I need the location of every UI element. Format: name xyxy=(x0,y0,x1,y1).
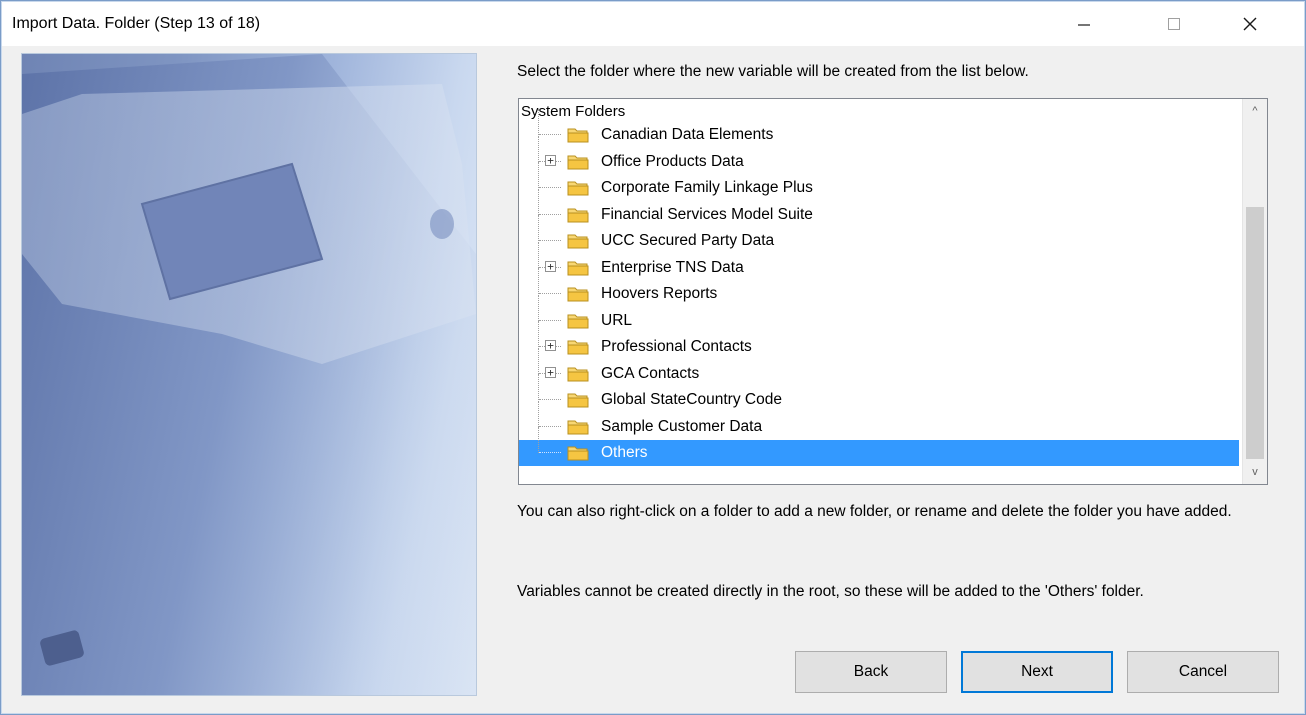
next-button[interactable]: Next xyxy=(961,651,1113,693)
tree-line xyxy=(538,109,539,135)
tree-item[interactable]: Corporate Family Linkage Plus xyxy=(519,162,1239,201)
tree-line xyxy=(538,400,539,427)
tree-line xyxy=(538,294,539,321)
tree-item-label: Enterprise TNS Data xyxy=(601,258,744,276)
tree-item-label: Global StateCountry Code xyxy=(601,391,782,408)
scroll-down-arrow-icon[interactable]: v xyxy=(1243,462,1267,482)
tree-item[interactable]: Global StateCountry Code xyxy=(519,374,1239,413)
tree-line xyxy=(538,135,539,162)
tree-line xyxy=(538,162,539,188)
tree-connector xyxy=(539,425,561,427)
folder-icon xyxy=(567,312,589,329)
minimize-icon xyxy=(1078,24,1090,26)
folder-icon xyxy=(567,285,589,302)
tree-line xyxy=(538,215,539,241)
folder-tree[interactable]: System Folders Canadian Data Elements + Of… xyxy=(518,98,1268,485)
window-title: Import Data. Folder (Step 13 of 18) xyxy=(12,15,261,32)
tree-item-label: Professional Contacts xyxy=(601,338,752,355)
vertical-scrollbar[interactable]: ^ v xyxy=(1242,99,1267,484)
scroll-up-arrow-icon[interactable]: ^ xyxy=(1243,101,1267,121)
folder-icon xyxy=(567,391,589,408)
tree-connector xyxy=(539,452,561,453)
folder-icon xyxy=(567,444,589,461)
tree-line xyxy=(538,374,539,400)
tree-item[interactable]: Others xyxy=(519,427,1239,466)
folder-icon xyxy=(567,126,589,143)
root-folder-note: Variables cannot be created directly in … xyxy=(517,583,1144,600)
expand-plus-icon[interactable]: + xyxy=(545,366,556,378)
tree-item[interactable]: Canadian Data Elements xyxy=(519,109,1239,148)
expand-plus-icon[interactable]: + xyxy=(545,340,556,351)
tree-connector xyxy=(539,213,561,215)
tree-item-label: Corporate Family Linkage Plus xyxy=(601,179,813,196)
tree-connector xyxy=(539,187,561,188)
folder-icon xyxy=(567,232,589,249)
tree-line xyxy=(538,347,539,374)
tree-item-label: Canadian Data Elements xyxy=(601,126,774,143)
tree-item-label: UCC Secured Party Data xyxy=(601,232,775,249)
tree-item-label: Sample Customer Data xyxy=(601,417,763,435)
tree-item-label: Hoovers Reports xyxy=(601,285,718,302)
expand-plus-icon[interactable]: + xyxy=(545,260,556,272)
tree-line xyxy=(538,188,539,215)
tree-item-label: URL xyxy=(601,311,633,329)
tree-connector xyxy=(539,319,561,321)
maximize-icon xyxy=(1168,18,1180,30)
import-data-dialog: Import Data. Folder (Step 13 of 18) Sele… xyxy=(0,0,1306,715)
folder-icon xyxy=(567,153,589,170)
tree-line xyxy=(538,321,539,347)
tree-item[interactable]: + Professional Contacts xyxy=(519,321,1239,360)
tree-item[interactable]: UCC Secured Party Data xyxy=(519,215,1239,254)
scrollbar-thumb[interactable] xyxy=(1246,207,1264,459)
folder-icon xyxy=(567,206,589,223)
tree-item[interactable]: Hoovers Reports xyxy=(519,268,1239,307)
maximize-button[interactable] xyxy=(1148,2,1200,46)
right-click-hint: You can also right-click on a folder to … xyxy=(517,503,1232,520)
close-button[interactable] xyxy=(1224,2,1276,46)
tree-line xyxy=(538,241,539,268)
tree-item-label: Office Products Data xyxy=(601,152,744,170)
folder-icon xyxy=(567,179,589,196)
tree-item-label: Others xyxy=(601,444,648,461)
tree-item[interactable]: URL xyxy=(519,294,1239,334)
tree-item-label: GCA Contacts xyxy=(601,364,700,382)
tree-item[interactable]: Financial Services Model Suite xyxy=(519,188,1239,228)
minimize-button[interactable] xyxy=(1058,2,1110,46)
back-button[interactable]: Back xyxy=(795,651,947,693)
tree-item[interactable]: Sample Customer Data xyxy=(519,400,1239,440)
title-bar[interactable]: Import Data. Folder (Step 13 of 18) xyxy=(2,2,1304,46)
close-icon xyxy=(1243,17,1257,31)
expand-plus-icon[interactable]: + xyxy=(545,154,556,166)
folder-icon xyxy=(567,418,589,435)
tree-connector xyxy=(539,134,561,135)
tree-line xyxy=(538,268,539,294)
tree-item[interactable]: + GCA Contacts xyxy=(519,347,1239,387)
folder-icon xyxy=(567,338,589,355)
folder-icon xyxy=(567,365,589,382)
tree-item-label: Financial Services Model Suite xyxy=(601,205,813,223)
instruction-text: Select the folder where the new variable… xyxy=(517,63,1029,80)
tree-connector xyxy=(539,399,561,400)
tree-connector xyxy=(539,293,561,294)
wizard-side-image xyxy=(21,53,477,696)
tree-item[interactable]: + Enterprise TNS Data xyxy=(519,241,1239,281)
cancel-button[interactable]: Cancel xyxy=(1127,651,1279,693)
tree-root-system-folders[interactable]: System Folders xyxy=(521,103,625,120)
tree-connector xyxy=(539,240,561,241)
tree-item[interactable]: + Office Products Data xyxy=(519,135,1239,175)
floppy-disk-illustration xyxy=(22,54,476,695)
folder-icon xyxy=(567,259,589,276)
tree-line xyxy=(538,427,539,453)
